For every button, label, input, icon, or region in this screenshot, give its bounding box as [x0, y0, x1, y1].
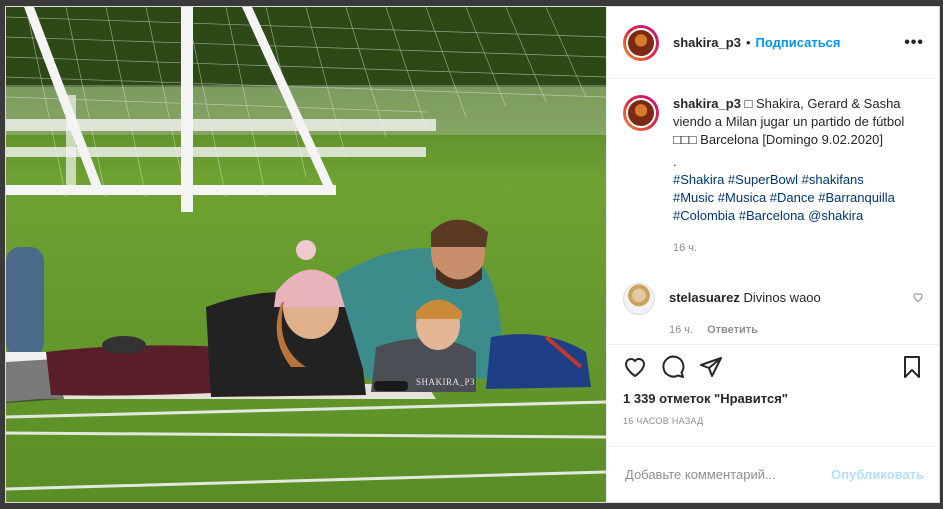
comment-input[interactable] [623, 466, 832, 483]
comment-username[interactable]: stelasuarez [669, 290, 740, 305]
publish-button[interactable]: Опубликовать [831, 467, 924, 482]
caption-avatar[interactable] [623, 95, 659, 131]
hashtags-line-1[interactable]: #Shakira #SuperBowl #shakifans [673, 171, 913, 189]
caption-dot: . [673, 154, 677, 169]
likes-count[interactable]: 1 339 отметок "Нравится" [623, 391, 924, 406]
comment-meta: 16 ч. Ответить [669, 321, 889, 339]
hashtags-line-3[interactable]: #Colombia #Barcelona @shakira [673, 207, 913, 225]
post-header: shakira_p3 • Подписаться ••• [607, 7, 939, 79]
caption-body: shakira_p3 □ Shakira, Gerard & Sasha vie… [673, 95, 913, 257]
comment-like-heart-icon[interactable] [912, 291, 924, 306]
follow-button[interactable]: Подписаться [756, 35, 841, 50]
comment-text: Divinos waoo [739, 290, 821, 305]
add-comment-bar: Опубликовать [607, 446, 939, 502]
avatar-image [626, 27, 656, 58]
header-separator: • [745, 35, 751, 50]
bookmark-icon[interactable] [900, 355, 924, 384]
more-options-icon[interactable]: ••• [904, 34, 924, 52]
avatar-image [626, 98, 656, 128]
comment-row: stelasuarez Divinos waoo 16 ч. Ответить [623, 283, 924, 339]
heart-icon[interactable] [623, 355, 647, 384]
author-username[interactable]: shakira_p3 [673, 35, 741, 50]
commenter-avatar[interactable] [623, 283, 655, 315]
post-sidebar: shakira_p3 • Подписаться ••• shakira_p3 … [606, 7, 939, 502]
post-actions: 1 339 отметок "Нравится" 16 ЧАСОВ НАЗАД [607, 344, 939, 454]
instagram-post-modal: SHAKIRA_P3 shakira_p3 • Подписаться ••• … [5, 6, 940, 503]
comment-icon[interactable] [661, 355, 685, 384]
action-icons [623, 355, 924, 383]
comments-section: shakira_p3 □ Shakira, Gerard & Sasha vie… [607, 79, 939, 344]
backdrop: SHAKIRA_P3 shakira_p3 • Подписаться ••• … [0, 0, 943, 509]
photo-illustration [6, 7, 606, 502]
hashtags-line-2[interactable]: #Music #Musica #Dance #Barranquilla [673, 189, 913, 207]
photo-watermark: SHAKIRA_P3 [416, 377, 476, 387]
comment-time: 16 ч. [669, 324, 694, 336]
reply-button[interactable]: Ответить [707, 321, 758, 339]
paper-plane-icon[interactable] [699, 355, 723, 384]
caption-time: 16 ч. [673, 242, 698, 254]
author-avatar[interactable] [623, 24, 659, 61]
caption-username[interactable]: shakira_p3 [673, 96, 741, 111]
posted-time: 16 ЧАСОВ НАЗАД [623, 416, 704, 426]
caption-row: shakira_p3 □ Shakira, Gerard & Sasha vie… [623, 95, 924, 257]
post-photo[interactable]: SHAKIRA_P3 [6, 7, 606, 502]
comment-body: stelasuarez Divinos waoo 16 ч. Ответить [669, 283, 889, 339]
